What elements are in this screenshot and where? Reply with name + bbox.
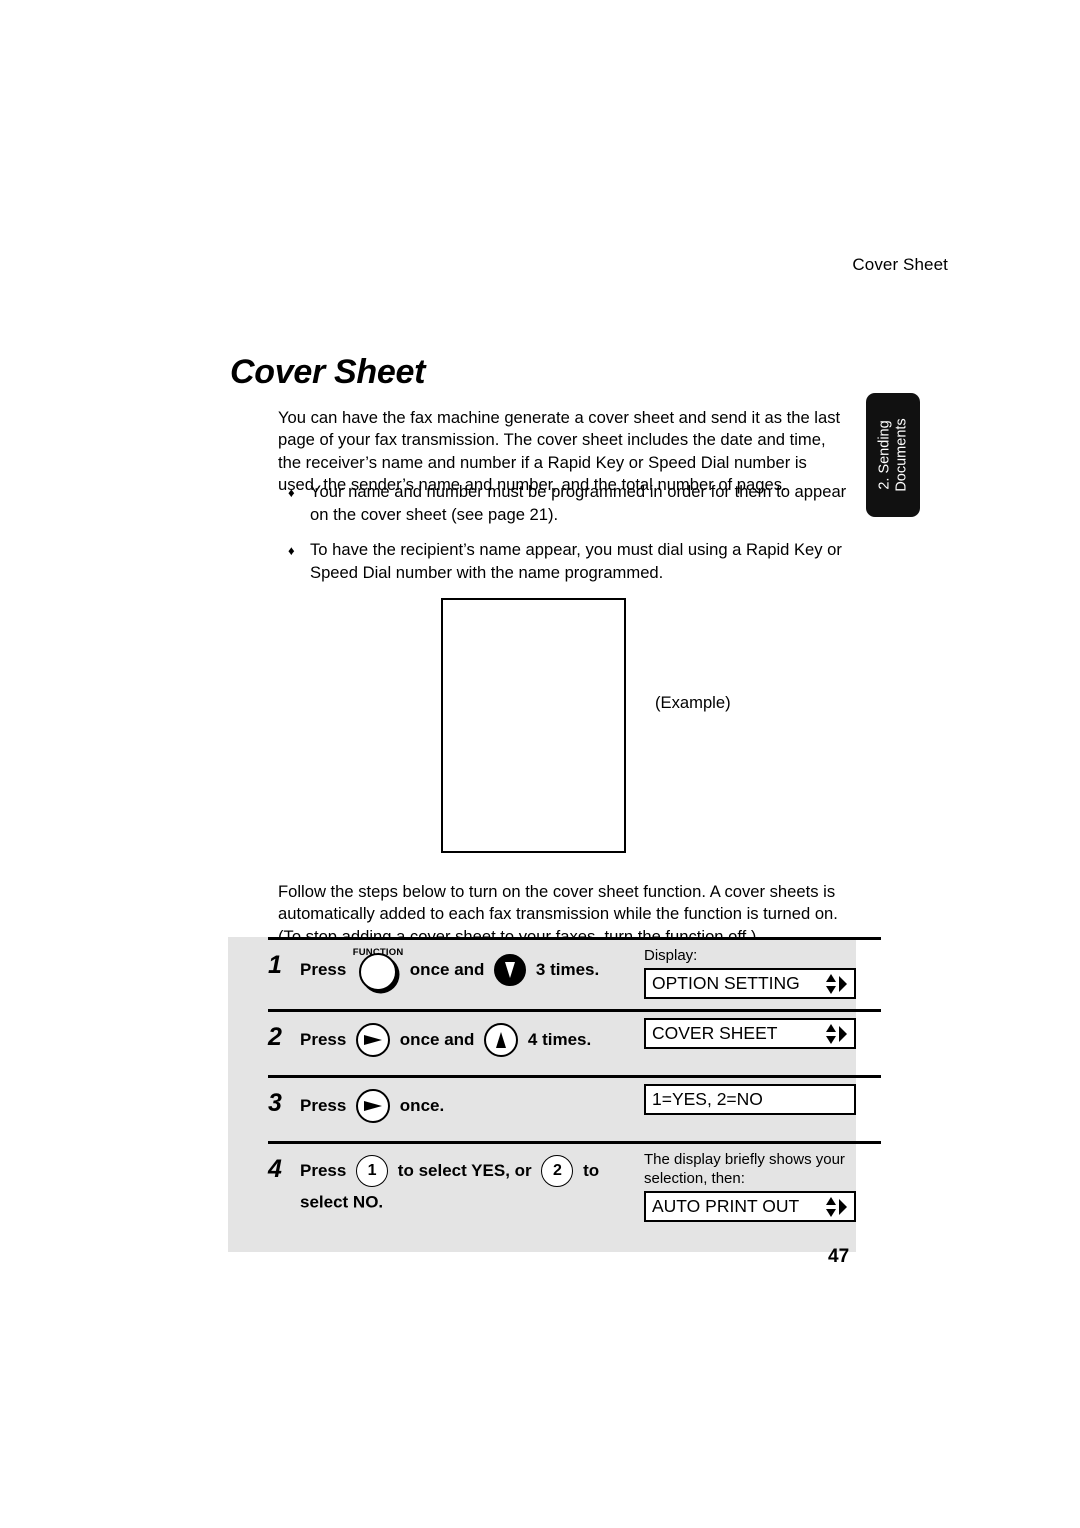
step-tail-text: 4 times. bbox=[527, 1030, 592, 1049]
section-tab-line-1: 2. Sending bbox=[876, 420, 893, 490]
number-key-1-face: 1 bbox=[356, 1155, 389, 1187]
right-arrow-key[interactable] bbox=[356, 1089, 391, 1123]
lcd-display: 1=YES, 2=NO bbox=[644, 1084, 856, 1115]
step-row: 3 Press once. 1=YES, 2=NO bbox=[228, 1075, 881, 1141]
example-cover-sheet-figure bbox=[441, 598, 626, 853]
right-arrow-key-face bbox=[356, 1089, 391, 1123]
right-arrow-icon bbox=[839, 1025, 847, 1042]
step-divider bbox=[268, 1075, 881, 1078]
down-arrow-key-face bbox=[494, 954, 527, 986]
step-instruction: Press FUNCTION once and 3 times. bbox=[300, 937, 644, 1001]
step-number: 4 bbox=[268, 1155, 282, 1183]
page-title: Cover Sheet bbox=[230, 352, 426, 391]
bullet-item: ♦ Your name and number must be programme… bbox=[288, 481, 853, 526]
step-display-column: COVER SHEET bbox=[644, 1009, 856, 1059]
step-instruction: Press once and 4 times. bbox=[300, 1009, 644, 1069]
step-middle-text: once and bbox=[409, 960, 485, 979]
number-key-1[interactable]: 1 bbox=[356, 1155, 389, 1187]
step-row: 2 Press once and 4 times. COVER SHEET bbox=[228, 1009, 881, 1075]
lcd-text: COVER SHEET bbox=[652, 1023, 778, 1043]
lcd-arrows bbox=[825, 973, 848, 995]
running-head: Cover Sheet bbox=[852, 255, 948, 274]
step-divider bbox=[268, 1141, 881, 1144]
lcd-text: 1=YES, 2=NO bbox=[652, 1089, 763, 1109]
steps-panel: 1 Press FUNCTION once and 3 times. Displ… bbox=[228, 937, 881, 1252]
step-instruction: Press once. bbox=[300, 1075, 644, 1135]
step-instruction: Press 1 to select YES, or 2 to select NO… bbox=[300, 1141, 644, 1230]
section-tab-line-2: Documents bbox=[893, 418, 909, 492]
lcd-text: OPTION SETTING bbox=[652, 973, 800, 993]
bullet-item: ♦ To have the recipient’s name appear, y… bbox=[288, 539, 853, 584]
right-arrow-icon bbox=[839, 975, 847, 992]
example-label: (Example) bbox=[655, 693, 731, 712]
step-number: 2 bbox=[268, 1023, 282, 1051]
up-down-arrow-icon bbox=[826, 1023, 836, 1044]
number-key-2-face: 2 bbox=[541, 1155, 574, 1187]
right-arrow-key[interactable] bbox=[356, 1023, 391, 1057]
step-divider bbox=[268, 1009, 881, 1012]
step-number: 3 bbox=[268, 1089, 282, 1117]
step-display-column: 1=YES, 2=NO bbox=[644, 1075, 856, 1125]
lcd-arrows bbox=[825, 1196, 848, 1218]
up-arrow-key[interactable] bbox=[484, 1023, 519, 1057]
step-tail-text: 3 times. bbox=[535, 960, 600, 979]
page-number: 47 bbox=[828, 1246, 850, 1267]
lcd-arrows bbox=[825, 1023, 848, 1045]
diamond-bullet-icon: ♦ bbox=[288, 543, 295, 558]
step-middle-text: once and bbox=[399, 1030, 475, 1049]
press-label: Press bbox=[300, 1161, 347, 1180]
press-label: Press bbox=[300, 1096, 347, 1115]
section-tab: 2. Sending Documents bbox=[866, 393, 920, 517]
step-display-column: The display briefly shows your selection… bbox=[644, 1141, 856, 1232]
step-middle-text: to select YES, or bbox=[397, 1161, 532, 1180]
step-row: 4 Press 1 to select YES, or 2 to select … bbox=[228, 1141, 881, 1232]
diamond-bullet-icon: ♦ bbox=[288, 485, 295, 500]
press-label: Press bbox=[300, 960, 347, 979]
lcd-text: AUTO PRINT OUT bbox=[652, 1196, 800, 1216]
right-arrow-key-face bbox=[356, 1023, 391, 1057]
bullet-text: To have the recipient’s name appear, you… bbox=[310, 540, 842, 582]
lcd-display: OPTION SETTING bbox=[644, 968, 856, 999]
section-tab-inner: 2. Sending Documents bbox=[877, 418, 910, 491]
bullet-text: Your name and number must be programmed … bbox=[310, 482, 847, 524]
step-tail-text: once. bbox=[399, 1096, 445, 1115]
press-label: Press bbox=[300, 1030, 347, 1049]
number-key-2[interactable]: 2 bbox=[541, 1155, 574, 1187]
up-down-arrow-icon bbox=[826, 973, 836, 994]
step-row: 1 Press FUNCTION once and 3 times. Displ… bbox=[228, 937, 881, 1009]
down-arrow-key[interactable] bbox=[494, 954, 527, 986]
lcd-display: AUTO PRINT OUT bbox=[644, 1191, 856, 1222]
step-display-column: Display: OPTION SETTING bbox=[644, 937, 856, 1009]
function-key-label: FUNCTION bbox=[352, 947, 404, 958]
display-caption: The display briefly shows your selection… bbox=[644, 1151, 845, 1187]
right-arrow-icon bbox=[839, 1198, 847, 1215]
lcd-display: COVER SHEET bbox=[644, 1018, 856, 1049]
up-arrow-key-face bbox=[484, 1023, 519, 1057]
function-button-key[interactable]: FUNCTION bbox=[353, 947, 403, 991]
up-down-arrow-icon bbox=[826, 1196, 836, 1217]
step-number: 1 bbox=[268, 951, 282, 979]
display-caption: Display: bbox=[644, 947, 698, 964]
